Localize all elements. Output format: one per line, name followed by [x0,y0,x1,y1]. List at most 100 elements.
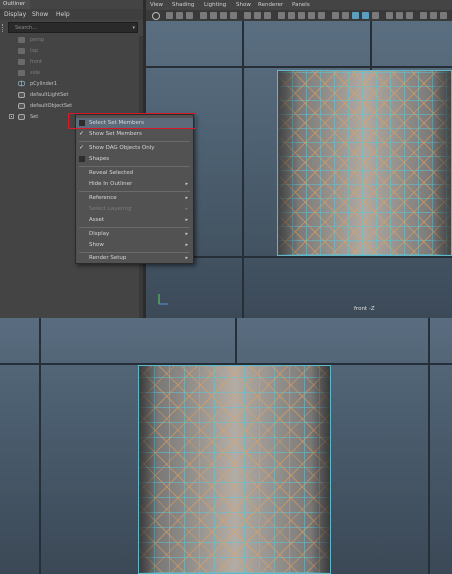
grid-line [146,66,452,68]
menu-item-label: Select Layering [89,206,132,212]
menu-item-label: Asset [89,217,105,223]
field-chart-icon[interactable] [244,12,251,19]
menu-item-label: Show [89,242,104,248]
menu-item-label: Show Set Members [89,131,142,137]
outliner-menu-help[interactable]: Help [56,9,70,20]
viewport-front-bottom[interactable] [0,318,452,574]
outliner-item-persp[interactable]: persp [8,35,128,45]
outliner-item-defaultlightset[interactable]: defaultLightSet [8,90,128,100]
ambient-occlusion-icon[interactable] [342,12,349,19]
menu-item-label: Reference [89,195,117,201]
image-plane-icon[interactable] [186,12,193,19]
depth-of-field-icon[interactable] [406,12,413,19]
safe-action-icon[interactable] [254,12,261,19]
outliner-menu-show[interactable]: Show [32,9,48,20]
lighting-icon[interactable] [318,12,325,19]
menu-item-label: Shapes [89,156,110,162]
menu-item-show-dag-objects-only[interactable]: ✓ Show DAG Objects Only [76,143,193,153]
menu-item-reference[interactable]: Reference ▸ [76,193,193,203]
grid-line [428,318,430,574]
expand-plus-icon[interactable] [9,114,14,119]
outliner-item-label: side [30,70,41,76]
outliner-item-label: top [30,48,39,54]
highlight-annotation-box [68,113,196,129]
menu-item-select-layering: Select Layering ▸ [76,204,193,214]
viewport-menu-lighting[interactable]: Lighting [204,0,226,10]
outliner-context-menu: Select Set Members ✓ Show Set Members ✓ … [75,114,194,264]
anti-aliasing-icon[interactable] [396,12,403,19]
viewport-menu-view[interactable]: View [150,0,163,10]
shadows-icon[interactable] [332,12,339,19]
viewport-menu-panels[interactable]: Panels [292,0,310,10]
outliner-search-field[interactable]: Search... ▾ [8,22,138,33]
viewport-menu-shading[interactable]: Shading [172,0,194,10]
menu-item-label: Reveal Selected [89,170,134,176]
menu-item-hide-in-outliner[interactable]: Hide In Outliner ▸ [76,179,193,189]
menu-item-reveal-selected[interactable]: Reveal Selected [76,168,193,178]
set-icon [18,114,25,120]
outliner-item-label: defaultLightSet [30,92,69,98]
outliner-item-label: front [30,59,42,65]
search-dropdown-icon[interactable]: ▾ [132,24,135,32]
viewport-menu-show[interactable]: Show [236,0,251,10]
camera-icon [18,48,25,54]
grid-line [242,21,244,318]
menu-item-render-setup[interactable]: Render Setup ▸ [76,253,193,263]
exposure-icon[interactable] [420,12,427,19]
outliner-tab[interactable]: Outliner [0,0,30,9]
submenu-arrow-icon: ▸ [185,206,188,212]
camera-icon [18,59,25,65]
cylinder-mesh-wireframe[interactable] [138,365,331,574]
wireframe-icon[interactable] [278,12,285,19]
checkmark-icon: ✓ [79,144,85,151]
menu-item-asset[interactable]: Asset ▸ [76,215,193,225]
camera-attributes-icon[interactable] [166,12,173,19]
safe-title-icon[interactable] [264,12,271,19]
outliner-item-side[interactable]: side [8,68,128,78]
menu-item-label: Render Setup [89,255,127,261]
default-material-icon[interactable] [298,12,305,19]
smooth-shade-icon[interactable] [288,12,295,19]
menu-separator [79,141,190,142]
outliner-item-label: pCylinder1 [30,81,58,87]
menu-item-show-set-members[interactable]: ✓ Show Set Members [76,129,193,139]
gamma-icon[interactable] [430,12,437,19]
menu-item-display[interactable]: Display ▸ [76,229,193,239]
outliner-item-top[interactable]: top [8,46,128,56]
drag-handle-icon[interactable] [2,24,7,32]
menu-item-shapes[interactable]: Shapes [76,154,193,164]
mesh-icon [18,80,25,87]
search-placeholder: Search... [15,25,37,31]
outliner-item-defaultobjectset[interactable]: defaultObjectSet [8,101,128,111]
viewport-menubar: View Shading Lighting Show Renderer Pane… [146,0,452,10]
cylinder-mesh-wireframe[interactable] [277,70,452,256]
bookmark-icon[interactable] [176,12,183,19]
menu-item-label: Hide In Outliner [89,181,133,187]
resolution-gate-icon[interactable] [220,12,227,19]
wireframe-on-shaded-icon[interactable] [352,12,359,19]
film-gate-icon[interactable] [210,12,217,19]
submenu-arrow-icon: ▸ [185,217,188,223]
submenu-arrow-icon: ▸ [185,231,188,237]
submenu-arrow-icon: ▸ [185,195,188,201]
xray-icon[interactable] [362,12,369,19]
isolate-select-icon[interactable] [372,12,379,19]
textured-icon[interactable] [308,12,315,19]
grid-line [39,318,41,574]
outliner-item-front[interactable]: front [8,57,128,67]
color-management-icon[interactable] [440,12,447,19]
submenu-arrow-icon: ▸ [185,255,188,261]
menu-item-show[interactable]: Show ▸ [76,240,193,250]
outliner-item-label: persp [30,37,45,43]
outliner-menu-display[interactable]: Display [4,9,26,20]
menu-item-label: Display [89,231,110,237]
checkmark-icon: ✓ [79,130,85,137]
outliner-item-pcylinder1[interactable]: pCylinder1 [8,79,128,89]
camera-icon [18,70,25,76]
gate-mask-icon[interactable] [230,12,237,19]
camera-select-icon[interactable] [152,12,160,20]
camera-icon [18,37,25,43]
grid-icon[interactable] [200,12,207,19]
motion-blur-icon[interactable] [386,12,393,19]
viewport-menu-renderer[interactable]: Renderer [258,0,283,10]
